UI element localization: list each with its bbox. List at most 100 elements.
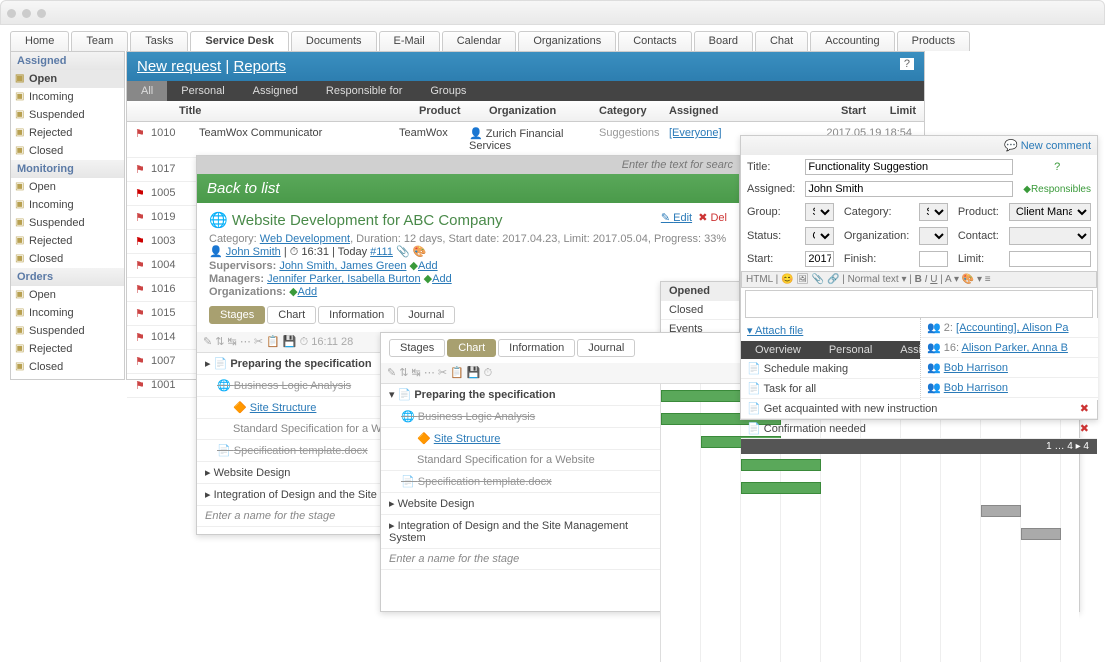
add-supervisor[interactable]: Add xyxy=(418,260,438,272)
pager[interactable]: 1 … 4 ▸ 4 xyxy=(741,439,1097,454)
help-icon[interactable]: ? xyxy=(1019,157,1095,177)
assignee-row[interactable]: 👥 Bob Harrison xyxy=(921,378,1098,398)
task-tabs: OverviewPersonalAssignedGroupsAll xyxy=(741,341,929,359)
view-tab-stages[interactable]: Stages xyxy=(389,339,445,357)
assignee-row[interactable]: 👥 16: Alison Parker, Anna B xyxy=(921,338,1098,358)
col-title[interactable]: Title xyxy=(171,101,411,121)
row-product: TeamWox xyxy=(391,125,461,154)
col-start[interactable]: Start xyxy=(741,101,874,121)
sidebar-item[interactable]: Open xyxy=(11,70,124,88)
tab-accounting[interactable]: Accounting xyxy=(810,31,894,51)
sidebar-item[interactable]: Open xyxy=(11,178,124,196)
tab-contacts[interactable]: Contacts xyxy=(618,31,691,51)
sidebar-item[interactable]: Suspended xyxy=(11,106,124,124)
title-input[interactable] xyxy=(805,159,1013,175)
assigned-input[interactable] xyxy=(805,181,1013,197)
search-placeholder[interactable]: Enter the text for searc xyxy=(622,159,733,171)
tab-board[interactable]: Board xyxy=(694,31,753,51)
rich-toolbar[interactable]: HTML | 😊 🖼 📎 🔗 | Normal text ▾ | B I U |… xyxy=(741,271,1097,288)
filter-tab[interactable]: Responsible for xyxy=(312,81,416,101)
mini-item[interactable]: Closed xyxy=(661,301,739,320)
task-row[interactable]: 📄 Confirmation needed✖ xyxy=(741,419,1097,439)
sidebar-item[interactable]: Incoming xyxy=(11,304,124,322)
edit-link[interactable]: ✎ Edit xyxy=(661,212,692,224)
tab-team[interactable]: Team xyxy=(71,31,128,51)
reports-link[interactable]: Reports xyxy=(233,58,286,75)
assignee-row[interactable]: 👥 Bob Harrison xyxy=(921,358,1098,378)
task-tab[interactable]: Personal xyxy=(815,341,886,359)
col-product[interactable]: Product xyxy=(411,101,481,121)
sidebar-item[interactable]: Open xyxy=(11,286,124,304)
sidebar-item[interactable]: Closed xyxy=(11,142,124,160)
delete-link[interactable]: ✖ Del xyxy=(698,212,727,224)
tab-documents[interactable]: Documents xyxy=(291,31,377,51)
task-row[interactable]: 📄 Get acquainted with new instruction✖ xyxy=(741,399,1097,419)
sidebar-header: Orders xyxy=(11,268,124,286)
org-select[interactable] xyxy=(919,227,948,245)
product-select[interactable]: Client Manager xyxy=(1009,203,1091,221)
view-tab-information[interactable]: Information xyxy=(318,306,395,324)
view-tab-journal[interactable]: Journal xyxy=(577,339,635,357)
tab-chat[interactable]: Chat xyxy=(755,31,808,51)
row-org: Zurich Financial Services xyxy=(469,128,563,152)
tab-products[interactable]: Products xyxy=(897,31,970,51)
gantt-bar[interactable] xyxy=(741,459,821,471)
window-chrome xyxy=(0,0,1105,25)
add-org[interactable]: Add xyxy=(298,286,318,298)
sidebar-item[interactable]: Incoming xyxy=(11,196,124,214)
tab-e-mail[interactable]: E-Mail xyxy=(379,31,440,51)
assignee-row[interactable]: 👥 2: [Accounting], Alison Pa xyxy=(921,318,1098,338)
tab-organizations[interactable]: Organizations xyxy=(518,31,616,51)
filter-tab[interactable]: Personal xyxy=(167,81,238,101)
limit-input[interactable] xyxy=(1009,251,1091,267)
gantt-bar[interactable] xyxy=(741,482,821,494)
tab-tasks[interactable]: Tasks xyxy=(130,31,188,51)
contact-select[interactable] xyxy=(1009,227,1091,245)
responsibles-link[interactable]: ◆Responsibles xyxy=(1019,179,1095,199)
issue-meta: Category: Web Development, Duration: 12 … xyxy=(209,233,727,245)
new-request-link[interactable]: New request xyxy=(137,58,221,75)
new-comment-link[interactable]: 💬 New comment xyxy=(1004,140,1091,152)
col-assigned[interactable]: Assigned xyxy=(661,101,741,121)
col-cat[interactable]: Category xyxy=(591,101,661,121)
mini-item[interactable]: Opened xyxy=(661,282,739,301)
finish-input[interactable] xyxy=(919,251,948,267)
status-select[interactable]: Open xyxy=(805,227,834,245)
comment-body[interactable] xyxy=(745,290,1093,318)
category-select[interactable]: Suggestions xyxy=(919,203,948,221)
col-org[interactable]: Organization xyxy=(481,101,591,121)
filter-tab[interactable]: All xyxy=(127,81,167,101)
sidebar-item[interactable]: Closed xyxy=(11,358,124,376)
sidebar-item[interactable]: Closed xyxy=(11,250,124,268)
tab-calendar[interactable]: Calendar xyxy=(442,31,517,51)
row-assigned[interactable]: [Everyone] xyxy=(661,125,741,154)
tab-home[interactable]: Home xyxy=(10,31,69,51)
flag-icon[interactable]: ⚑ xyxy=(127,125,143,154)
sidebar-item[interactable]: Suspended xyxy=(11,214,124,232)
view-tab-chart[interactable]: Chart xyxy=(267,306,316,324)
filter-tab[interactable]: Groups xyxy=(416,81,480,101)
tab-service-desk[interactable]: Service Desk xyxy=(190,31,289,51)
attach-file-link[interactable]: ▾ Attach file xyxy=(747,325,803,337)
sidebar-item[interactable]: Suspended xyxy=(11,322,124,340)
start-input[interactable] xyxy=(805,251,834,267)
view-tab-stages[interactable]: Stages xyxy=(209,306,265,324)
row-id: 1010 xyxy=(143,125,191,154)
gantt-bar[interactable] xyxy=(981,505,1021,517)
sidebar-item[interactable]: Rejected xyxy=(11,340,124,358)
gantt-bar[interactable] xyxy=(1021,528,1061,540)
task-tab[interactable]: Overview xyxy=(741,341,815,359)
group-select[interactable]: Software Support xyxy=(805,203,834,221)
col-limit[interactable]: Limit xyxy=(874,101,924,121)
row-cat: Suggestions xyxy=(591,125,661,154)
view-tab-journal[interactable]: Journal xyxy=(397,306,455,324)
sidebar-item[interactable]: Incoming xyxy=(11,88,124,106)
back-to-list-link[interactable]: Back to list xyxy=(207,180,280,197)
help-icon[interactable]: ? xyxy=(900,58,914,70)
view-tab-chart[interactable]: Chart xyxy=(447,339,496,357)
filter-tab[interactable]: Assigned xyxy=(239,81,312,101)
sidebar-item[interactable]: Rejected xyxy=(11,124,124,142)
view-tab-information[interactable]: Information xyxy=(498,339,575,357)
add-manager[interactable]: Add xyxy=(432,273,452,285)
sidebar-item[interactable]: Rejected xyxy=(11,232,124,250)
